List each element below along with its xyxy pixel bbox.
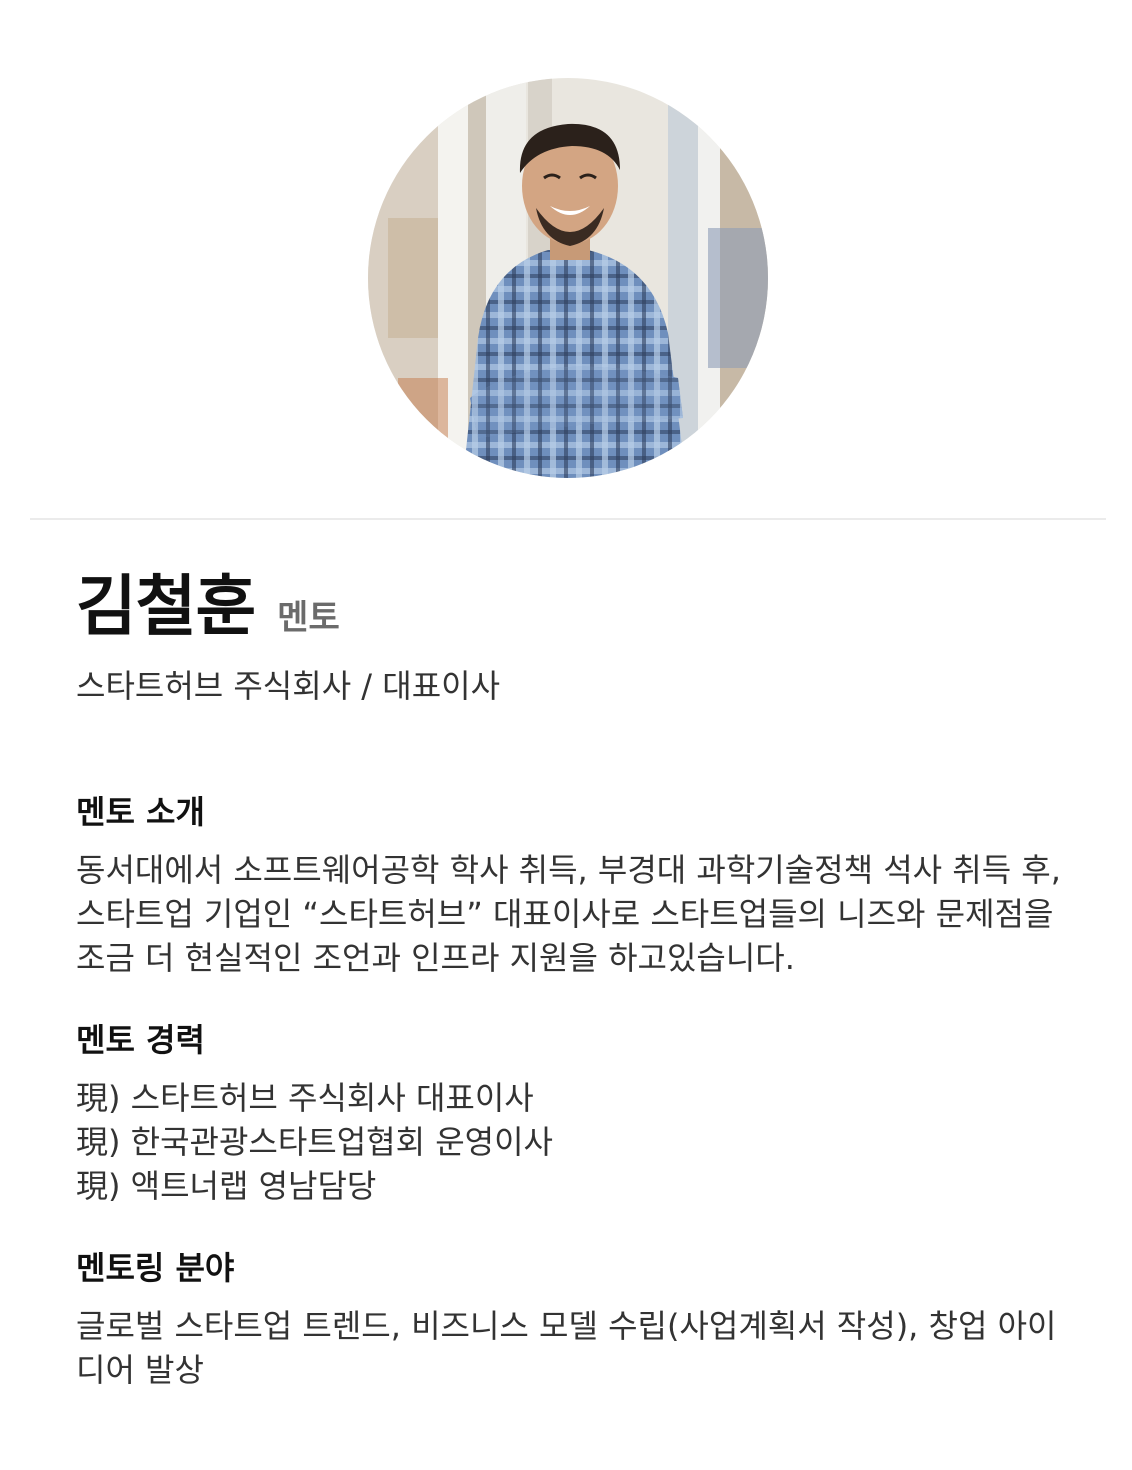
mentor-profile: 김철훈 멘토 스타트허브 주식회사 / 대표이사 멘토 소개 동서대에서 소프트… [76, 558, 1076, 1392]
intro-title: 멘토 소개 [76, 793, 205, 831]
person-photo-icon [368, 78, 768, 478]
mentor-avatar [368, 78, 768, 478]
name-row: 김철훈 멘토 [76, 558, 1076, 656]
header-divider [30, 518, 1106, 520]
intro-section: 멘토 소개 동서대에서 소프트웨어공학 학사 취득, 부경대 과학기술정책 석사… [76, 790, 1076, 980]
mentor-affiliation: 스타트허브 주식회사 / 대표이사 [76, 667, 501, 705]
mentor-name: 김철훈 [76, 568, 256, 645]
career-list: 現) 스타트허브 주식회사 대표이사 現) 한국관광스타트업협회 운영이사 現)… [76, 1076, 1076, 1208]
intro-body: 동서대에서 소프트웨어공학 학사 취득, 부경대 과학기술정책 석사 취득 후,… [76, 851, 1061, 977]
career-section: 멘토 경력 現) 스타트허브 주식회사 대표이사 現) 한국관광스타트업협회 운… [76, 1018, 1076, 1208]
field-title: 멘토링 분야 [76, 1249, 235, 1287]
field-section: 멘토링 분야 글로벌 스타트업 트렌드, 비즈니스 모델 수립(사업계획서 작성… [76, 1246, 1076, 1392]
career-item: 現) 한국관광스타트업협회 운영이사 [76, 1123, 553, 1161]
career-item: 現) 스타트허브 주식회사 대표이사 [76, 1079, 534, 1117]
career-item: 現) 액트너랩 영남담당 [76, 1167, 377, 1205]
career-title: 멘토 경력 [76, 1021, 205, 1059]
mentor-role: 멘토 [277, 598, 340, 638]
field-body: 글로벌 스타트업 트렌드, 비즈니스 모델 수립(사업계획서 작성), 창업 아… [76, 1307, 1057, 1389]
